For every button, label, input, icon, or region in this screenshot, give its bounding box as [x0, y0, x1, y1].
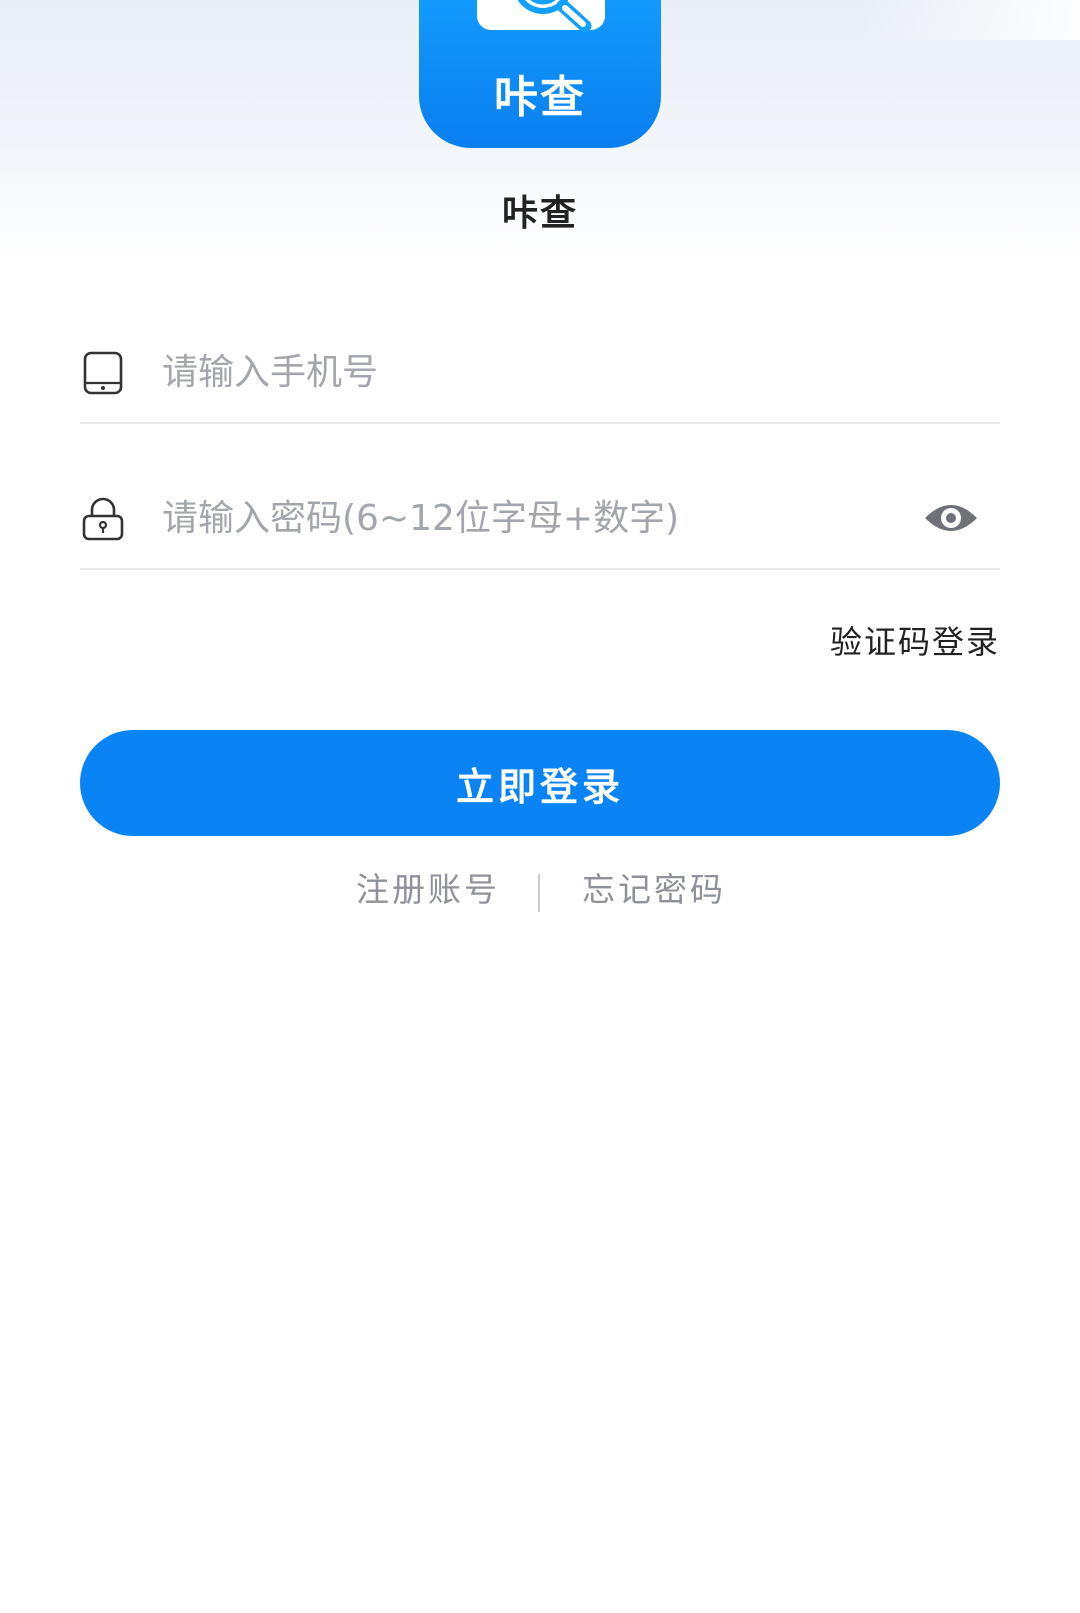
link-divider	[538, 874, 540, 912]
eye-icon[interactable]	[922, 498, 980, 538]
app-name: 咔查	[501, 193, 578, 234]
phone-icon	[83, 351, 123, 395]
register-link[interactable]: 注册账号	[356, 866, 500, 914]
password-input[interactable]	[162, 486, 882, 550]
logo-text: 咔查	[494, 72, 586, 123]
code-login-link[interactable]: 验证码登录	[830, 620, 1000, 664]
forgot-password-link[interactable]: 忘记密码	[582, 866, 726, 914]
phone-field	[80, 322, 1000, 424]
login-button[interactable]: 立即登录	[80, 730, 1000, 836]
camera-search-icon	[477, 0, 605, 33]
app-logo: 咔查	[419, 0, 661, 148]
lock-icon	[82, 497, 124, 541]
phone-input[interactable]	[162, 340, 882, 404]
password-field	[80, 468, 1000, 570]
bottom-links: 注册账号 忘记密码	[0, 866, 1080, 916]
